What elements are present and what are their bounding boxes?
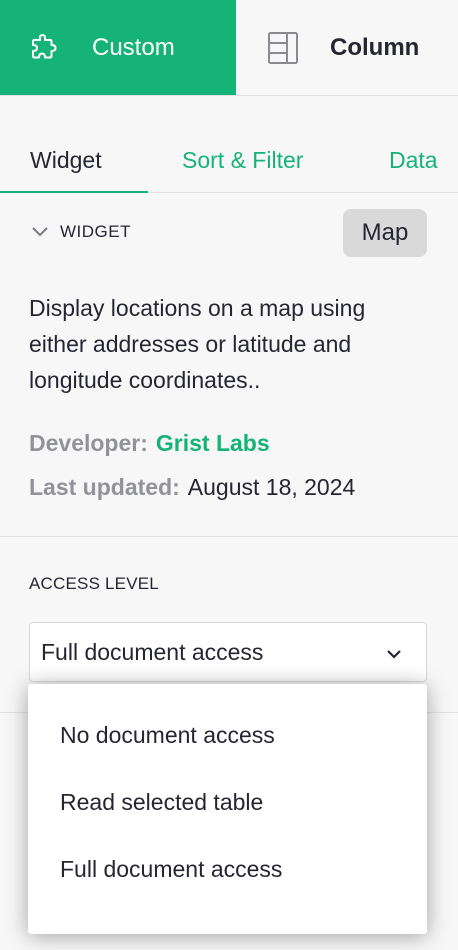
last-updated-row: Last updated: August 18, 2024 bbox=[29, 474, 355, 501]
tab-sort-filter[interactable]: Sort & Filter bbox=[182, 127, 303, 193]
tab-custom-label: Custom bbox=[92, 33, 175, 61]
column-layout-icon bbox=[266, 31, 300, 65]
widget-section-toggle[interactable]: WIDGET bbox=[30, 222, 131, 242]
chevron-down-icon bbox=[30, 222, 50, 242]
option-full-document-access[interactable]: Full document access bbox=[60, 856, 282, 883]
access-level-title: ACCESS LEVEL bbox=[29, 574, 159, 593]
access-level-select[interactable]: Full document access bbox=[29, 622, 427, 682]
developer-row: Developer: Grist Labs bbox=[29, 430, 270, 457]
widget-description: Display locations on a map using either … bbox=[29, 295, 366, 393]
panel-top-tabs: Custom Column bbox=[0, 0, 458, 96]
tab-column-label: Column bbox=[330, 33, 420, 61]
last-updated-label: Last updated: bbox=[29, 474, 180, 500]
chevron-down-icon bbox=[384, 643, 404, 663]
active-tab-indicator bbox=[0, 191, 148, 193]
developer-link[interactable]: Grist Labs bbox=[156, 430, 270, 457]
puzzle-piece-icon bbox=[28, 31, 62, 65]
tab-data[interactable]: Data bbox=[389, 127, 438, 193]
tab-widget[interactable]: Widget bbox=[30, 127, 102, 193]
section-divider bbox=[0, 536, 458, 537]
subtab-bar: Widget Sort & Filter Data bbox=[0, 127, 458, 193]
tab-custom[interactable]: Custom bbox=[0, 0, 236, 95]
tab-column[interactable]: Column bbox=[236, 0, 458, 95]
option-no-document-access[interactable]: No document access bbox=[60, 722, 275, 749]
widget-name-badge[interactable]: Map bbox=[343, 209, 427, 257]
developer-label: Developer: bbox=[29, 430, 148, 456]
last-updated-value: August 18, 2024 bbox=[187, 474, 356, 500]
widget-section-title: WIDGET bbox=[60, 222, 131, 241]
option-read-selected-table[interactable]: Read selected table bbox=[60, 789, 263, 816]
access-level-dropdown-menu: No document access Read selected table F… bbox=[28, 684, 427, 934]
access-level-selected-value: Full document access bbox=[41, 638, 264, 665]
